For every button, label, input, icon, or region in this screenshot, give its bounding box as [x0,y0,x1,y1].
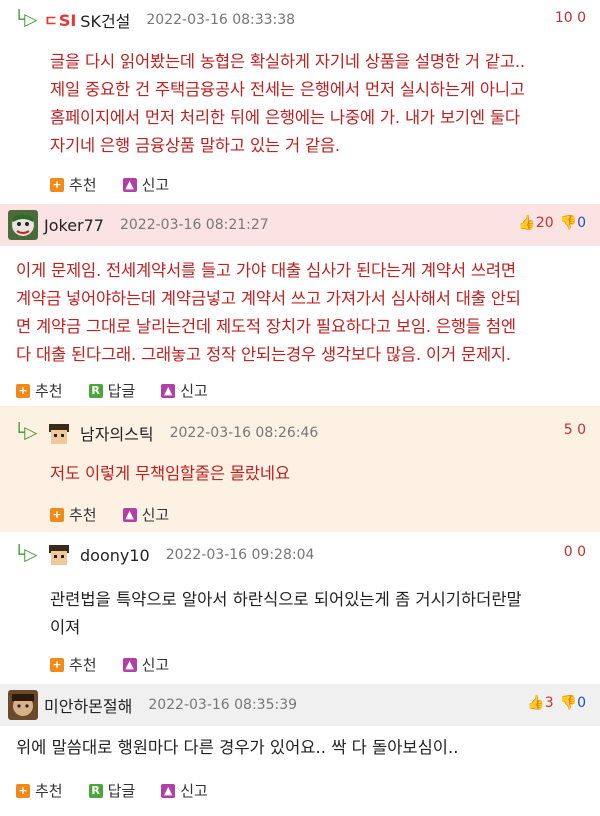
siren-icon: ▲ [161,783,176,798]
author-nick[interactable]: doony10 [80,546,150,565]
comment-body: 글을 다시 읽어봤는데 농협은 확실하게 자기네 상품을 설명한 거 같고.. … [50,52,525,155]
author-nick[interactable]: 미안하몬절해 [44,693,132,717]
reply-icon: R [88,783,103,798]
score: 5 0 [563,422,586,438]
comment-3: └▷ 남자의스틱 2022-03-16 08:26:46 5 0 저도 이렇게 … [0,406,600,532]
author-nick[interactable]: 남자의스틱 [80,421,154,445]
reply-arrow-icon: └▷ [14,10,38,30]
reply-arrow-icon: └▷ [14,545,38,565]
avatar [8,210,38,240]
comment-body: 위에 말씀대로 행원마다 다른 경우가 있어요.. 싹 다 돌아보심이.. [16,738,459,757]
comment-date: 2022-03-16 08:21:27 [119,217,269,233]
comment-1: └▷ ㄷ SI SK건설 2022-03-16 08:33:38 10 0 글을… [0,0,600,200]
avatar [44,418,74,448]
plus-icon: + [50,507,64,522]
score: 0 0 [563,544,586,560]
comment-5: 미안하몬절해 2022-03-16 08:35:39 👍3 👎0 위에 말씀대로… [0,684,600,816]
author-nick[interactable]: SK건설 [80,8,130,32]
author-nick[interactable]: Joker77 [44,216,104,235]
avatar [44,540,74,570]
plus-icon: + [16,383,30,398]
comment-date: 2022-03-16 08:26:46 [169,425,319,441]
avatar [8,690,38,720]
score: 10 0 [554,10,586,26]
plus-icon: + [16,783,30,798]
reply-icon: R [88,383,103,398]
downvote-button[interactable]: 👎0 [560,215,586,231]
upvote-button[interactable]: 👍20 [518,215,553,231]
siren-icon: ▲ [122,177,137,192]
downvote-button[interactable]: 👎0 [560,695,586,711]
comment-body: 저도 이렇게 무책임할줄은 몰랐네요 [50,464,290,483]
report-button[interactable]: ▲ 신고 [122,654,169,675]
report-button[interactable]: ▲ 신고 [122,504,169,525]
siren-icon: ▲ [122,507,137,522]
comment-4: └▷ doony10 2022-03-16 09:28:04 0 0 관련법을 … [0,534,600,682]
siren-icon: ▲ [161,383,176,398]
recommend-button[interactable]: + 추천 [50,504,97,525]
reply-arrow-icon: └▷ [14,423,38,443]
comment-body: 이게 문제임. 전세계약서를 들고 가야 대출 심사가 된다는게 계약서 쓰려면… [16,261,521,364]
recommend-button[interactable]: + 추천 [50,654,97,675]
reply-button[interactable]: R 답글 [88,780,135,801]
comment-date: 2022-03-16 08:35:39 [148,697,298,713]
upvote-button[interactable]: 👍3 [527,695,553,711]
plus-icon: + [50,657,64,672]
recommend-button[interactable]: + 추천 [16,780,63,801]
plus-icon: + [50,177,64,192]
report-button[interactable]: ▲ 신고 [161,780,208,801]
recommend-button[interactable]: + 추천 [50,174,97,195]
sk-logo-icon: ㄷ SI [44,10,77,30]
reply-button[interactable]: R 답글 [88,380,135,401]
siren-icon: ▲ [122,657,137,672]
comment-body: 관련법을 특약으로 알아서 하란식으로 되어있는게 좀 거시기하더란말 이져 [50,590,522,637]
recommend-button[interactable]: + 추천 [16,380,63,401]
report-button[interactable]: ▲ 신고 [161,380,208,401]
report-button[interactable]: ▲ 신고 [122,174,169,195]
comment-2: Joker77 2022-03-16 08:21:27 👍20 👎0 이게 문제… [0,204,600,404]
comment-date: 2022-03-16 08:33:38 [146,12,296,28]
comment-date: 2022-03-16 09:28:04 [165,547,315,563]
